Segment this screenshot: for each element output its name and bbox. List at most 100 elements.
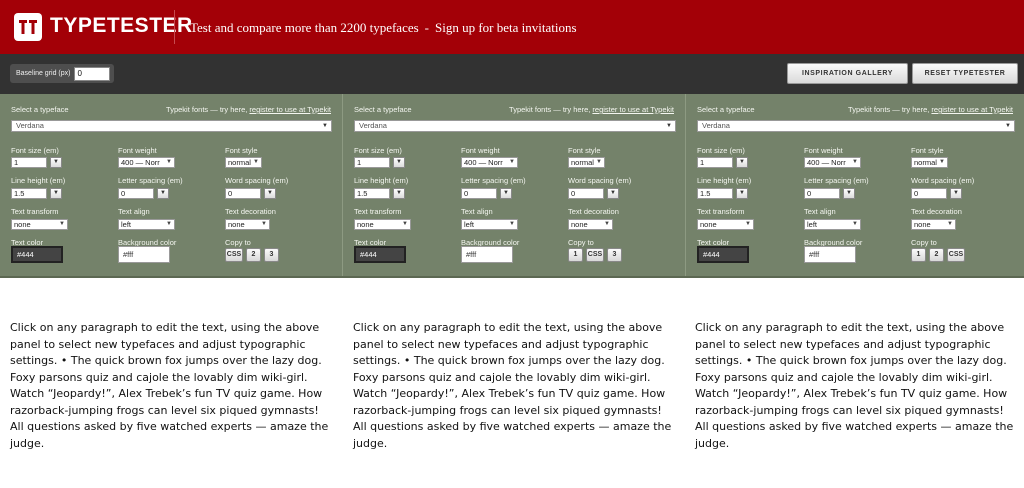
typekit-note: Typekit fonts — try here, register to us… — [848, 105, 1013, 114]
font-weight-label: Font weight — [804, 146, 843, 155]
font-size-input[interactable]: 1 — [354, 157, 390, 168]
font-weight-select[interactable]: 400 — Norr ▼ — [804, 157, 861, 168]
line-height-label: Line height (em) — [354, 176, 409, 185]
typeface-select-value: Verdana — [16, 121, 44, 130]
line-height-stepper[interactable]: ▼ — [50, 188, 62, 199]
reset-typetester-button[interactable]: RESET TYPETESTER — [912, 63, 1018, 84]
typekit-prefix: Typekit fonts — try here, — [848, 105, 930, 114]
toolbar: Baseline grid (px) 0 INSPIRATION GALLERY… — [0, 54, 1024, 94]
text-decoration-select[interactable]: none ▼ — [568, 219, 613, 230]
text-align-value: left — [121, 220, 132, 229]
word-spacing-input[interactable]: 0 — [225, 188, 261, 199]
typeface-select[interactable]: Verdana ▼ — [11, 120, 332, 132]
copy-to-button-css[interactable]: CSS — [225, 248, 243, 262]
text-color-input[interactable]: #444 — [354, 246, 406, 263]
chevron-down-icon: ▼ — [852, 220, 858, 229]
line-height-input[interactable]: 1.5 — [354, 188, 390, 199]
word-spacing-stepper[interactable]: ▼ — [607, 188, 619, 199]
font-size-stepper[interactable]: ▼ — [50, 157, 62, 168]
copy-to-button-2[interactable]: 2 — [929, 248, 944, 262]
chevron-down-icon: ▼ — [1005, 123, 1011, 129]
typeface-select[interactable]: Verdana ▼ — [354, 120, 676, 132]
font-style-label: Font style — [568, 146, 601, 155]
copy-to-button-1[interactable]: 1 — [911, 248, 926, 262]
copy-to-button-2[interactable]: 2 — [246, 248, 261, 262]
text-color-input[interactable]: #444 — [11, 246, 63, 263]
line-height-label: Line height (em) — [697, 176, 752, 185]
tagline: Test and compare more than 2200 typeface… — [190, 20, 577, 36]
font-weight-label: Font weight — [461, 146, 500, 155]
text-decoration-select[interactable]: none ▼ — [911, 219, 956, 230]
signup-link[interactable]: Sign up for beta invitations — [435, 20, 577, 35]
text-align-select[interactable]: left ▼ — [461, 219, 518, 230]
font-style-select[interactable]: normal ▼ — [225, 157, 262, 168]
line-height-stepper[interactable]: ▼ — [393, 188, 405, 199]
typeface-panel-1: Select a typeface Typekit fonts — try he… — [0, 94, 342, 276]
font-size-input[interactable]: 1 — [697, 157, 733, 168]
copy-to-button-3[interactable]: 3 — [264, 248, 279, 262]
inspiration-gallery-button[interactable]: INSPIRATION GALLERY — [787, 63, 908, 84]
copy-to-button-css[interactable]: CSS — [586, 248, 604, 262]
chevron-down-icon: ▼ — [610, 190, 616, 196]
sample-paragraph-1[interactable]: Click on any paragraph to edit the text,… — [10, 320, 330, 452]
typekit-register-link[interactable]: register to use at Typekit — [592, 105, 674, 114]
font-size-stepper[interactable]: ▼ — [393, 157, 405, 168]
text-transform-label: Text transform — [354, 207, 402, 216]
letter-spacing-label: Letter spacing (em) — [118, 176, 183, 185]
chevron-down-icon: ▼ — [261, 220, 267, 229]
text-align-label: Text align — [118, 207, 150, 216]
tt-logo-icon[interactable] — [14, 13, 42, 41]
letter-spacing-stepper[interactable]: ▼ — [500, 188, 512, 199]
word-spacing-stepper[interactable]: ▼ — [950, 188, 962, 199]
font-size-stepper[interactable]: ▼ — [736, 157, 748, 168]
background-color-input[interactable]: #fff — [461, 246, 513, 263]
font-size-input[interactable]: 1 — [11, 157, 47, 168]
letter-spacing-input[interactable]: 0 — [804, 188, 840, 199]
background-color-input[interactable]: #fff — [118, 246, 170, 263]
text-decoration-select[interactable]: none ▼ — [225, 219, 270, 230]
copy-to-button-3[interactable]: 3 — [607, 248, 622, 262]
text-transform-select[interactable]: none ▼ — [697, 219, 754, 230]
letter-spacing-input[interactable]: 0 — [461, 188, 497, 199]
line-height-input[interactable]: 1.5 — [697, 188, 733, 199]
chevron-down-icon: ▼ — [402, 220, 408, 229]
chevron-down-icon: ▼ — [53, 190, 59, 196]
letter-spacing-input[interactable]: 0 — [118, 188, 154, 199]
chevron-down-icon: ▼ — [666, 123, 672, 129]
font-style-select[interactable]: normal ▼ — [568, 157, 605, 168]
letter-spacing-stepper[interactable]: ▼ — [843, 188, 855, 199]
word-spacing-label: Word spacing (em) — [225, 176, 289, 185]
baseline-grid-input[interactable]: 0 — [74, 66, 111, 81]
sample-paragraph-3[interactable]: Click on any paragraph to edit the text,… — [695, 320, 1015, 452]
typeface-select[interactable]: Verdana ▼ — [697, 120, 1015, 132]
text-transform-select[interactable]: none ▼ — [11, 219, 68, 230]
logo-text[interactable]: TYPETESTER — [50, 14, 193, 38]
chevron-down-icon: ▼ — [852, 158, 858, 167]
chevron-down-icon: ▼ — [53, 159, 59, 165]
typeface-panel-2: Select a typeface Typekit fonts — try he… — [342, 94, 685, 276]
word-spacing-input[interactable]: 0 — [911, 188, 947, 199]
word-spacing-input[interactable]: 0 — [568, 188, 604, 199]
text-color-input[interactable]: #444 — [697, 246, 749, 263]
line-height-stepper[interactable]: ▼ — [736, 188, 748, 199]
text-align-select[interactable]: left ▼ — [118, 219, 175, 230]
baseline-grid-control: Baseline grid (px) 0 — [10, 64, 115, 83]
font-weight-select[interactable]: 400 — Norr ▼ — [461, 157, 518, 168]
typekit-register-link[interactable]: register to use at Typekit — [249, 105, 331, 114]
letter-spacing-stepper[interactable]: ▼ — [157, 188, 169, 199]
text-transform-select[interactable]: none ▼ — [354, 219, 411, 230]
typekit-register-link[interactable]: register to use at Typekit — [931, 105, 1013, 114]
copy-to-label: Copy to — [911, 238, 937, 247]
select-typeface-label: Select a typeface — [354, 105, 412, 114]
background-color-input[interactable]: #fff — [804, 246, 856, 263]
text-align-select[interactable]: left ▼ — [804, 219, 861, 230]
line-height-input[interactable]: 1.5 — [11, 188, 47, 199]
copy-to-button-1[interactable]: 1 — [568, 248, 583, 262]
font-style-select[interactable]: normal ▼ — [911, 157, 948, 168]
font-weight-select[interactable]: 400 — Norr ▼ — [118, 157, 175, 168]
chevron-down-icon: ▼ — [947, 220, 953, 229]
copy-to-button-css[interactable]: CSS — [947, 248, 965, 262]
word-spacing-stepper[interactable]: ▼ — [264, 188, 276, 199]
font-style-label: Font style — [225, 146, 258, 155]
sample-paragraph-2[interactable]: Click on any paragraph to edit the text,… — [353, 320, 673, 452]
